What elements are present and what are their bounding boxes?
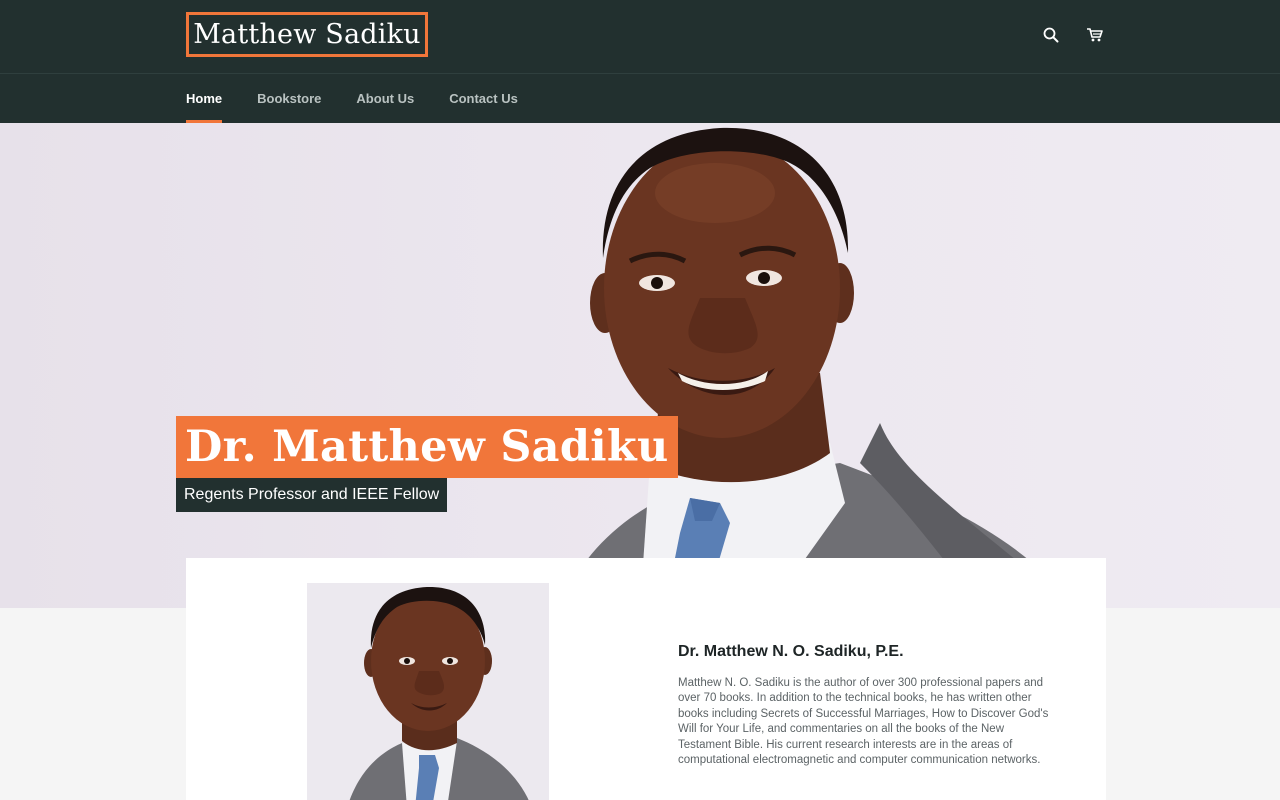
header-icons bbox=[1038, 22, 1108, 48]
bio-text: Matthew N. O. Sadiku is the author of ov… bbox=[678, 677, 1049, 767]
hero-portrait-image bbox=[560, 127, 1075, 608]
hero-title: Dr. Matthew Sadiku bbox=[185, 422, 669, 472]
main-nav: Home Bookstore About Us Contact Us bbox=[186, 74, 518, 123]
hero-subtitle: Regents Professor and IEEE Fellow bbox=[184, 486, 440, 503]
logo-text: Matthew Sadiku bbox=[193, 19, 421, 50]
nav-item-label: About Us bbox=[356, 91, 415, 106]
nav-item-about-us[interactable]: About Us bbox=[356, 74, 414, 123]
nav-item-bookstore[interactable]: Bookstore bbox=[257, 74, 321, 123]
bio-photo bbox=[307, 583, 549, 800]
hero-subtitle-box: Regents Professor and IEEE Fellow bbox=[176, 478, 448, 512]
site-logo[interactable]: Matthew Sadiku bbox=[186, 12, 428, 57]
nav-item-contact-us[interactable]: Contact Us bbox=[449, 74, 518, 123]
bio-name: Dr. Matthew N. O. Sadiku, P.E. bbox=[678, 643, 904, 660]
bio-card: Dr. Matthew N. O. Sadiku, P.E. Matthew N… bbox=[186, 558, 1106, 800]
nav-item-label: Bookstore bbox=[257, 91, 322, 106]
cart-icon[interactable] bbox=[1082, 22, 1108, 48]
nav-item-label: Home bbox=[186, 91, 223, 106]
nav-item-home[interactable]: Home bbox=[186, 74, 223, 123]
bio-portrait-image bbox=[349, 586, 529, 800]
search-icon[interactable] bbox=[1038, 22, 1064, 48]
hero-banner: Dr. Matthew Sadiku Regents Professor and… bbox=[0, 123, 1280, 608]
site-header: Matthew Sadiku Home Bookstore About Us C… bbox=[0, 0, 1280, 123]
nav-item-label: Contact Us bbox=[449, 91, 518, 106]
hero-title-box: Dr. Matthew Sadiku bbox=[176, 416, 678, 478]
